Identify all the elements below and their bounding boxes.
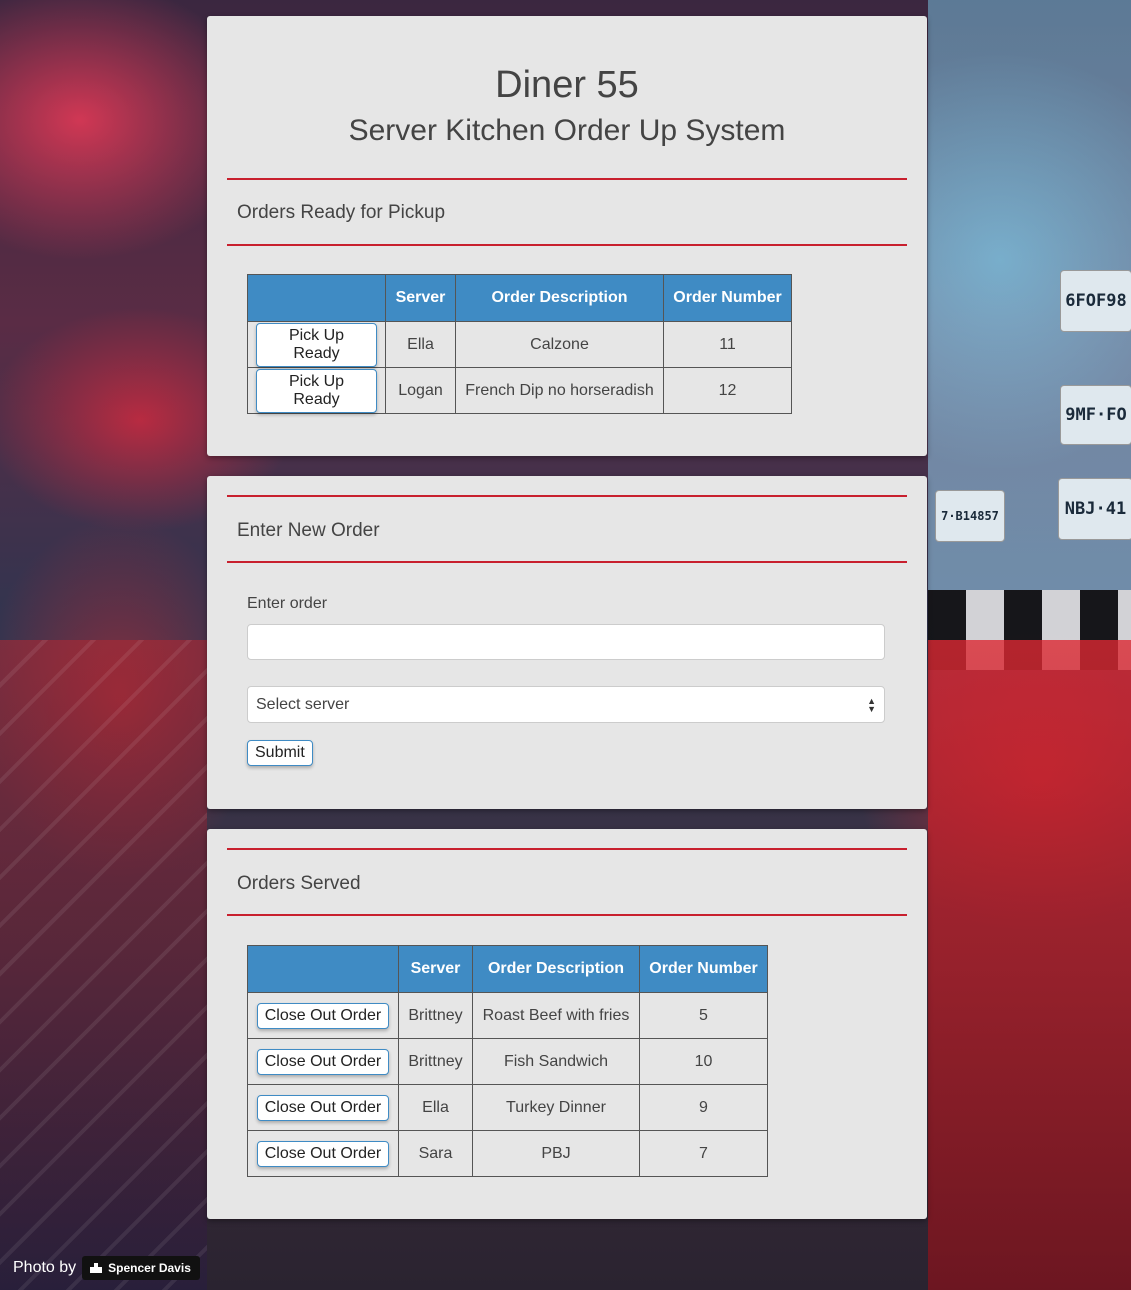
divider [227, 561, 907, 563]
unsplash-logo-icon [90, 1263, 103, 1273]
column-header [247, 274, 386, 322]
license-plate: 9MF·FO [1060, 385, 1131, 445]
server-cell: Brittney [398, 1038, 473, 1085]
description-cell: PBJ [472, 1130, 640, 1177]
select-arrows-icon: ▲ ▼ [867, 695, 876, 714]
column-header-number: Order Number [663, 274, 792, 322]
table-row: Close Out Order Brittney Roast Beef with… [247, 992, 768, 1039]
column-header-description: Order Description [472, 945, 640, 993]
served-table: Server Order Description Order Number Cl… [247, 945, 768, 1177]
background-floor [0, 640, 207, 1290]
table-row: Pick Up Ready Logan French Dip no horser… [247, 367, 792, 414]
server-cell: Ella [385, 321, 456, 368]
close-out-order-button[interactable]: Close Out Order [256, 1048, 390, 1075]
server-cell: Brittney [398, 992, 473, 1039]
order-input[interactable] [247, 624, 885, 660]
close-out-order-button[interactable]: Close Out Order [256, 1002, 390, 1029]
action-cell: Close Out Order [247, 1130, 399, 1177]
pick-up-ready-button[interactable]: Pick Up Ready [256, 368, 377, 413]
order-number-cell: 5 [639, 992, 768, 1039]
description-cell: Turkey Dinner [472, 1084, 640, 1131]
pick-up-ready-button[interactable]: Pick Up Ready [256, 322, 377, 367]
close-out-order-button[interactable]: Close Out Order [256, 1094, 390, 1121]
description-cell: French Dip no horseradish [455, 367, 664, 414]
order-number-cell: 9 [639, 1084, 768, 1131]
photographer-name: Spencer Davis [108, 1261, 191, 1275]
served-heading: Orders Served [237, 873, 361, 894]
background-booth [928, 640, 1131, 1290]
table-row: Close Out Order Ella Turkey Dinner 9 [247, 1084, 768, 1131]
action-cell: Close Out Order [247, 1084, 399, 1131]
license-plate: NBJ·41 [1058, 478, 1131, 540]
photographer-link[interactable]: Spencer Davis [82, 1256, 200, 1280]
server-cell: Sara [398, 1130, 473, 1177]
divider [227, 178, 907, 180]
column-header-server: Server [398, 945, 473, 993]
action-cell: Pick Up Ready [247, 367, 386, 414]
table-row: Close Out Order Sara PBJ 7 [247, 1130, 768, 1177]
pickup-heading: Orders Ready for Pickup [237, 202, 446, 223]
order-number-cell: 11 [663, 321, 792, 368]
server-cell: Logan [385, 367, 456, 414]
table-row: Close Out Order Brittney Fish Sandwich 1… [247, 1038, 768, 1085]
description-cell: Roast Beef with fries [472, 992, 640, 1039]
photo-credit-prefix: Photo by [13, 1259, 77, 1276]
served-card: Orders Served Server Order Description O… [207, 829, 927, 1219]
page-subtitle: Server Kitchen Order Up System [348, 114, 786, 147]
server-cell: Ella [398, 1084, 473, 1131]
divider [227, 244, 907, 246]
action-cell: Pick Up Ready [247, 321, 386, 368]
table-header-row: Server Order Description Order Number [247, 274, 792, 322]
new-order-heading: Enter New Order [237, 520, 380, 541]
server-select[interactable]: Select server ▲ ▼ [247, 686, 885, 723]
new-order-card: Enter New Order Enter order Select serve… [207, 476, 927, 809]
order-number-cell: 10 [639, 1038, 768, 1085]
action-cell: Close Out Order [247, 992, 399, 1039]
column-header-number: Order Number [639, 945, 768, 993]
order-number-cell: 7 [639, 1130, 768, 1177]
page-title: Diner 55 [495, 64, 639, 106]
column-header [247, 945, 399, 993]
column-header-description: Order Description [455, 274, 664, 322]
divider [227, 848, 907, 850]
pickup-table: Server Order Description Order Number Pi… [247, 274, 792, 414]
order-field-label: Enter order [247, 595, 328, 612]
photo-credit: Photo by Spencer Davis [13, 1256, 200, 1280]
submit-button[interactable]: Submit [247, 740, 313, 766]
close-out-order-button[interactable]: Close Out Order [256, 1140, 390, 1167]
divider [227, 495, 907, 497]
server-select-value: Select server [256, 695, 350, 713]
pickup-card: Diner 55 Server Kitchen Order Up System … [207, 16, 927, 456]
license-plate: 6FOF98 [1060, 270, 1131, 332]
table-header-row: Server Order Description Order Number [247, 945, 768, 993]
column-header-server: Server [385, 274, 456, 322]
table-row: Pick Up Ready Ella Calzone 11 [247, 321, 792, 368]
description-cell: Calzone [455, 321, 664, 368]
description-cell: Fish Sandwich [472, 1038, 640, 1085]
divider [227, 914, 907, 916]
order-number-cell: 12 [663, 367, 792, 414]
license-plate: 7·B14857 [935, 490, 1005, 542]
action-cell: Close Out Order [247, 1038, 399, 1085]
